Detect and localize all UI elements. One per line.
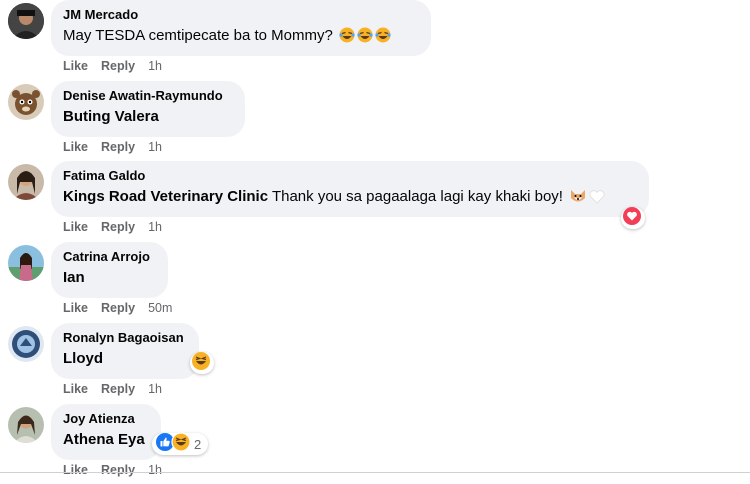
like-button[interactable]: Like (63, 140, 88, 154)
avatar[interactable] (8, 84, 44, 120)
comment-bubble: JM Mercado May TESDA cemtipecate ba to M… (51, 0, 431, 56)
comment-text: Lloyd (63, 349, 187, 369)
comment-author[interactable]: Catrina Arrojo (63, 249, 156, 265)
comment-item: Denise Awatin-Raymundo Buting Valera Lik… (0, 81, 750, 161)
avatar[interactable] (8, 164, 44, 200)
mention-link[interactable]: Athena Eya (63, 431, 145, 448)
comment-timestamp[interactable]: 50m (148, 301, 172, 315)
mention-link[interactable]: Lloyd (63, 350, 103, 367)
comment-timestamp[interactable]: 1h (148, 463, 162, 477)
comment-author[interactable]: Joy Atienza (63, 411, 149, 427)
reply-button[interactable]: Reply (101, 140, 135, 154)
comment-timestamp[interactable]: 1h (148, 140, 162, 154)
comment-author[interactable]: Fatima Galdo (63, 168, 637, 184)
comment-item: Fatima Galdo Kings Road Veterinary Clini… (0, 161, 750, 241)
reply-button[interactable]: Reply (101, 382, 135, 396)
comment-item: Ronalyn Bagaoisan Lloyd Like Reply 1h (0, 323, 750, 403)
like-button[interactable]: Like (63, 220, 88, 234)
reply-button[interactable]: Reply (101, 220, 135, 234)
comment-actions: Like Reply 1h (63, 381, 162, 397)
love-reaction-icon (622, 206, 642, 231)
comment-bubble: Catrina Arrojo Ian (51, 242, 168, 298)
like-button[interactable]: Like (63, 301, 88, 315)
comment-text: Athena Eya (63, 430, 149, 450)
comment-author[interactable]: JM Mercado (63, 7, 419, 23)
avatar[interactable] (8, 3, 44, 39)
comment-actions: Like Reply 1h (63, 219, 162, 235)
laugh-crying-emoji (375, 27, 391, 49)
like-button[interactable]: Like (63, 59, 88, 73)
comment-timestamp[interactable]: 1h (148, 59, 162, 73)
comment-author[interactable]: Ronalyn Bagaoisan (63, 330, 187, 346)
dog-face-emoji (569, 188, 587, 210)
comment-bubble: Joy Atienza Athena Eya (51, 404, 161, 460)
like-button[interactable]: Like (63, 463, 88, 477)
laugh-crying-emoji (339, 27, 355, 49)
haha-reaction-icon (191, 351, 211, 376)
comment-bubble: Ronalyn Bagaoisan Lloyd (51, 323, 199, 379)
comment-author[interactable]: Denise Awatin-Raymundo (63, 88, 233, 104)
comment-item: JM Mercado May TESDA cemtipecate ba to M… (0, 0, 750, 80)
like-button[interactable]: Like (63, 382, 88, 396)
reply-button[interactable]: Reply (101, 301, 135, 315)
white-heart-emoji (589, 190, 605, 210)
comment-bubble: Fatima Galdo Kings Road Veterinary Clini… (51, 161, 649, 217)
comment-item: Catrina Arrojo Ian Like Reply 50m (0, 242, 750, 322)
comment-text: Kings Road Veterinary Clinic Thank you s… (63, 187, 637, 210)
comment-timestamp[interactable]: 1h (148, 220, 162, 234)
mention-link[interactable]: Kings Road Veterinary Clinic (63, 188, 268, 205)
comment-actions: Like Reply 1h (63, 58, 162, 74)
reaction-badge[interactable] (621, 206, 645, 231)
avatar[interactable] (8, 245, 44, 281)
comment-text: Buting Valera (63, 107, 233, 127)
mention-link[interactable]: Buting Valera (63, 108, 159, 125)
reaction-badge[interactable]: 2 (152, 431, 209, 457)
comment-text: Ian (63, 268, 156, 288)
reply-button[interactable]: Reply (101, 59, 135, 73)
comment-timestamp[interactable]: 1h (148, 382, 162, 396)
comment-bubble: Denise Awatin-Raymundo Buting Valera (51, 81, 245, 137)
reaction-count: 2 (194, 436, 202, 452)
laugh-crying-emoji (357, 27, 373, 49)
avatar[interactable] (8, 407, 44, 443)
haha-reaction-icon (171, 431, 191, 457)
comment-body: May TESDA cemtipecate ba to Mommy? (63, 27, 333, 44)
comment-actions: Like Reply 50m (63, 300, 172, 316)
reaction-badge[interactable] (190, 351, 214, 376)
reply-button[interactable]: Reply (101, 463, 135, 477)
divider (0, 472, 750, 473)
comment-text: May TESDA cemtipecate ba to Mommy? (63, 26, 419, 49)
avatar[interactable] (8, 326, 44, 362)
comment-actions: Like Reply 1h (63, 139, 162, 155)
mention-link[interactable]: Ian (63, 269, 85, 286)
comment-actions: Like Reply 1h (63, 462, 162, 478)
comment-body: Thank you sa pagaalaga lagi kay khaki bo… (268, 188, 563, 205)
